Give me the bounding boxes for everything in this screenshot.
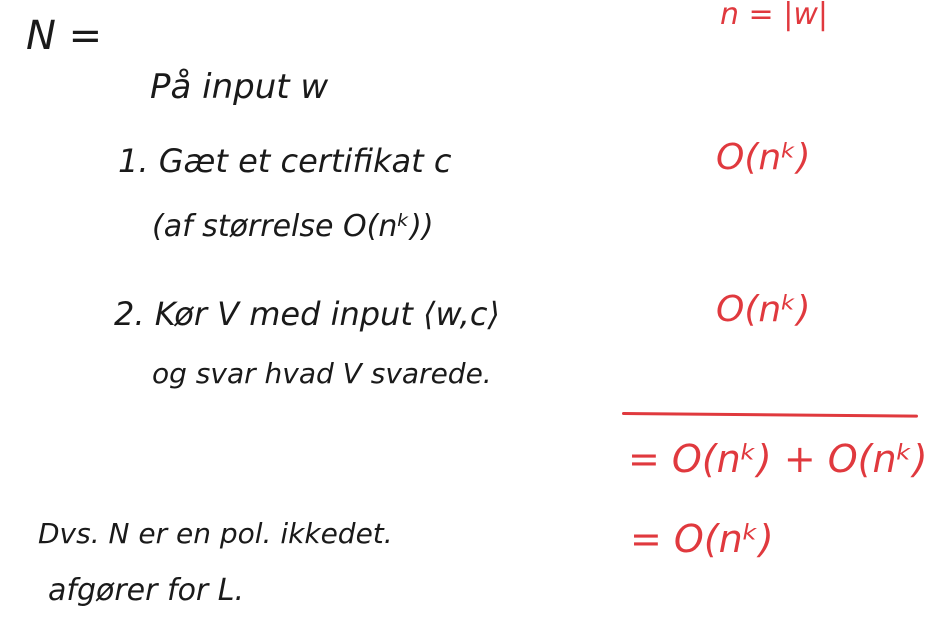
conclusion-line-1: Dvs. N er en pol. ikkedet. <box>38 517 393 550</box>
step-1-line-1: 1. Gæt et certifikat c <box>118 142 452 180</box>
conclusion-line-2: afgører for L. <box>48 573 245 608</box>
whiteboard-page: N = På input w 1. Gæt et certifikat c (a… <box>0 0 932 638</box>
step-2-line-2: og svar hvad V svarede. <box>152 357 492 390</box>
cost-sum: = O(nᵏ) + O(nᵏ) <box>628 437 928 481</box>
cost-result: = O(nᵏ) <box>630 517 774 561</box>
input-size-annotation: n = |w| <box>720 0 828 32</box>
step-1-line-2: (af størrelse O(nᵏ)) <box>152 209 434 244</box>
machine-definition-label: N = <box>26 13 103 59</box>
step-2-cost: O(nᵏ) <box>716 289 811 330</box>
input-line: På input w <box>150 67 329 107</box>
sum-rule-line <box>621 412 919 418</box>
step-2-line-1: 2. Kør V med input ⟨w,c⟩ <box>114 295 500 333</box>
step-1-cost: O(nᵏ) <box>716 137 811 178</box>
